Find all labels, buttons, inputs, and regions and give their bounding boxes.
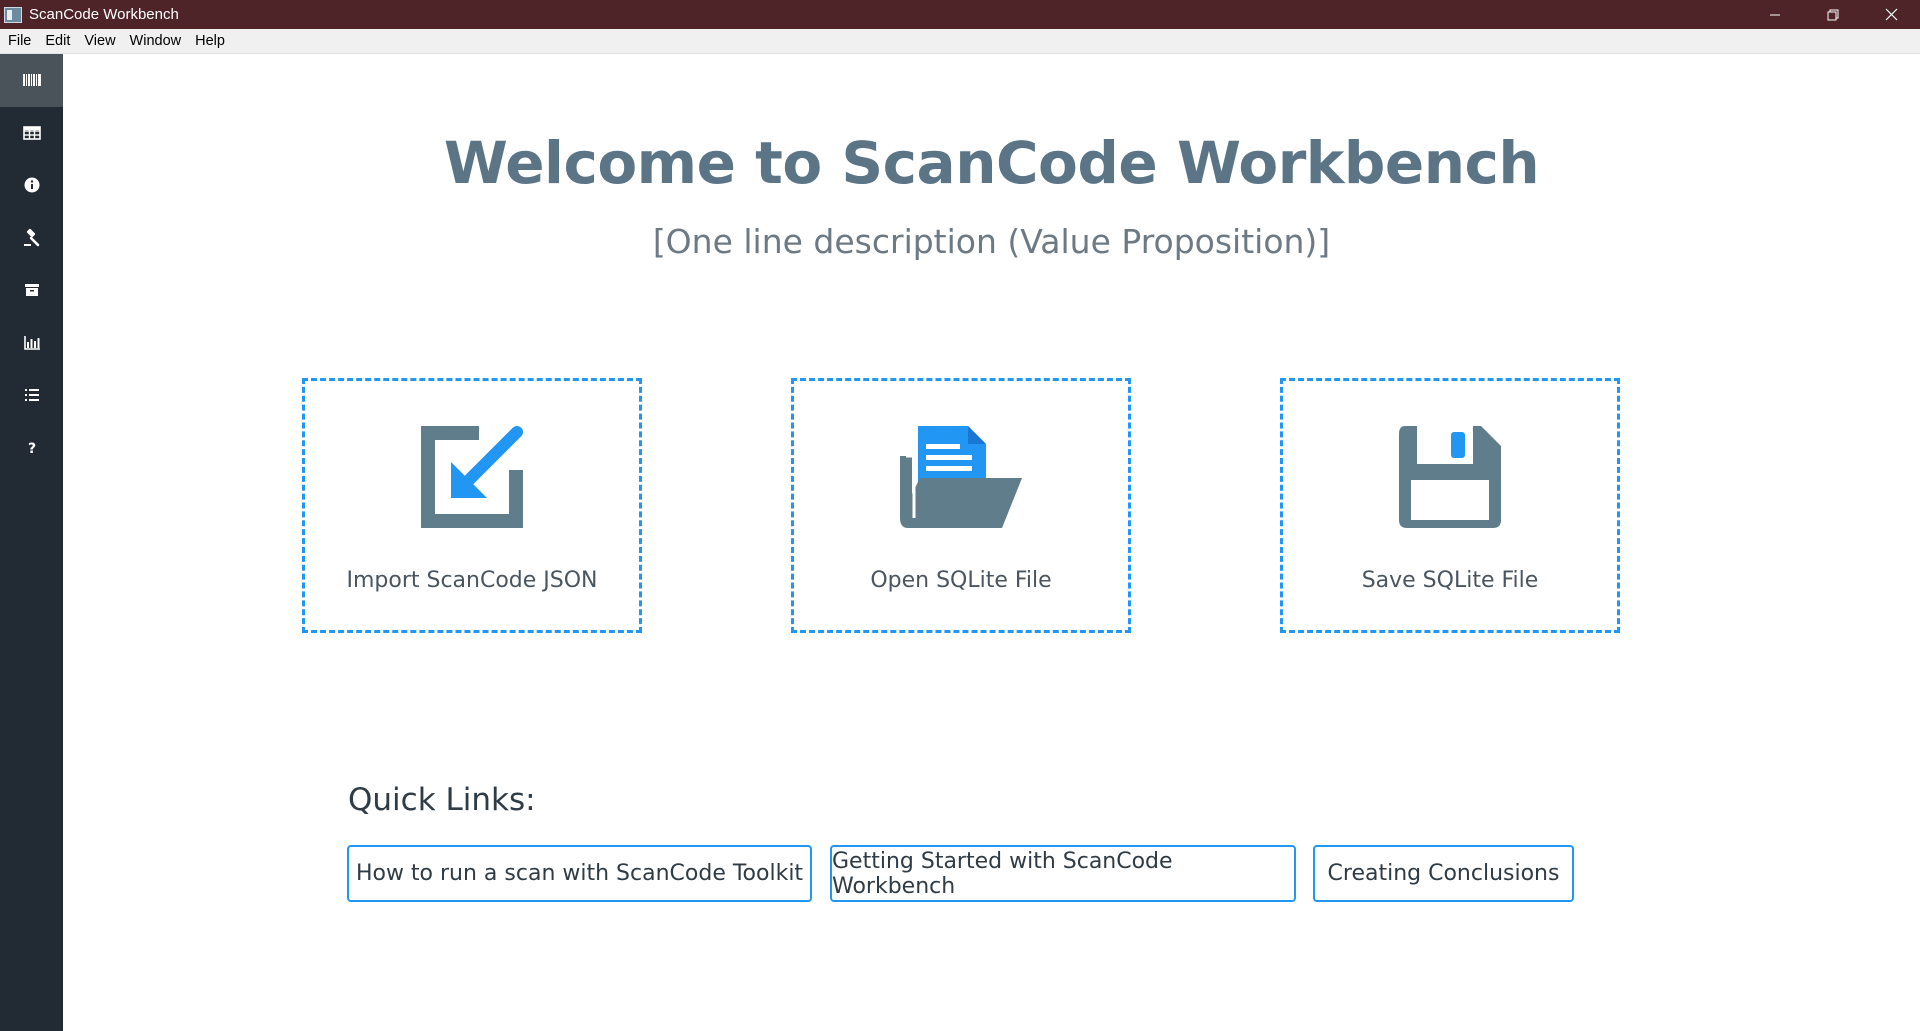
restore-button[interactable] — [1804, 0, 1862, 29]
main-content: Welcome to ScanCode Workbench [One line … — [63, 54, 1920, 1031]
quick-links-title: Quick Links: — [348, 782, 536, 818]
svg-text:?: ? — [27, 441, 35, 457]
action-label: Import ScanCode JSON — [346, 568, 598, 593]
gavel-icon — [23, 228, 39, 247]
barcode-icon — [22, 74, 41, 87]
import-scancode-json-button[interactable]: Import ScanCode JSON — [302, 378, 642, 633]
restore-icon — [1827, 9, 1839, 20]
archive-icon — [24, 284, 39, 297]
action-label: Save SQLite File — [1361, 568, 1539, 593]
menu-bar: File Edit View Window Help — [0, 29, 1920, 54]
open-folder-icon — [900, 425, 1022, 528]
page-subtitle: [One line description (Value Proposition… — [652, 222, 1331, 261]
sidebar-item-charts[interactable] — [0, 317, 63, 370]
menu-view[interactable]: View — [77, 33, 122, 49]
sidebar-item-list[interactable] — [0, 369, 63, 422]
quick-link-getting-started[interactable]: Getting Started with ScanCode Workbench — [830, 845, 1296, 902]
window-title: ScanCode Workbench — [29, 6, 179, 23]
close-icon — [1885, 8, 1897, 21]
minimize-icon — [1770, 14, 1780, 15]
save-icon — [1399, 425, 1501, 528]
sidebar: ? — [0, 54, 63, 1031]
window-controls — [1746, 0, 1920, 29]
sidebar-item-help[interactable]: ? — [0, 422, 63, 475]
menu-window[interactable]: Window — [123, 33, 189, 49]
action-label: Open SQLite File — [870, 568, 1052, 593]
bar-chart-icon — [23, 335, 40, 350]
sidebar-item-archive[interactable] — [0, 264, 63, 317]
import-icon — [421, 425, 523, 528]
sidebar-item-welcome[interactable] — [0, 54, 63, 107]
sidebar-item-table[interactable] — [0, 107, 63, 160]
quick-link-creating-conclusions[interactable]: Creating Conclusions — [1313, 845, 1574, 902]
title-bar: ScanCode Workbench — [0, 0, 1920, 29]
info-icon — [24, 177, 39, 193]
close-button[interactable] — [1862, 0, 1920, 29]
save-sqlite-file-button[interactable]: Save SQLite File — [1280, 378, 1620, 633]
quick-link-scan-toolkit[interactable]: How to run a scan with ScanCode Toolkit — [347, 845, 812, 902]
sidebar-item-info[interactable] — [0, 159, 63, 212]
menu-help[interactable]: Help — [188, 33, 232, 49]
question-icon: ? — [27, 441, 35, 457]
menu-edit[interactable]: Edit — [38, 33, 77, 49]
minimize-button[interactable] — [1746, 0, 1804, 29]
list-icon — [24, 389, 39, 402]
app-icon — [4, 6, 22, 23]
menu-file[interactable]: File — [0, 33, 38, 49]
page-title: Welcome to ScanCode Workbench — [443, 129, 1540, 197]
open-sqlite-file-button[interactable]: Open SQLite File — [791, 378, 1131, 633]
table-icon — [22, 125, 41, 140]
sidebar-item-conclusions[interactable] — [0, 212, 63, 265]
